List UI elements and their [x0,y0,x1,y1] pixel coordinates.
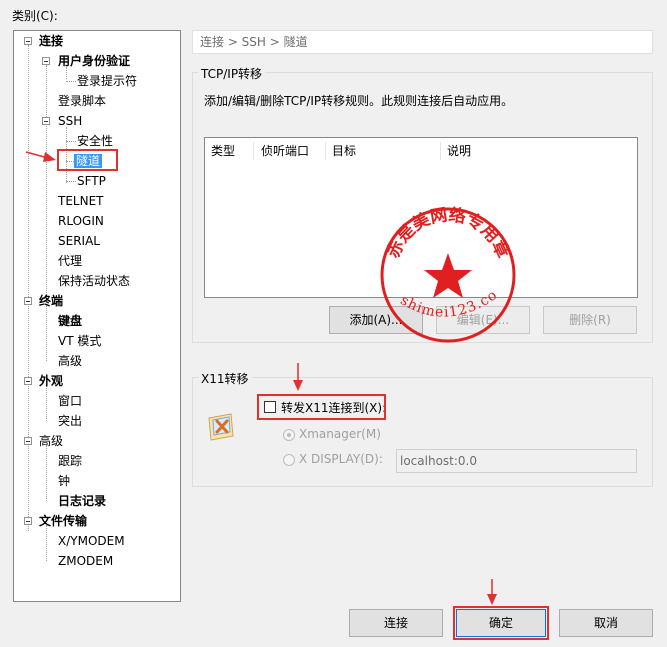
tree-item-vt-mode[interactable]: VT 模式 [58,332,101,350]
tree-item-serial[interactable]: SERIAL [58,232,100,250]
column-type[interactable]: 类型 [205,142,254,160]
xdisplay-input[interactable]: localhost:0.0 [396,449,637,473]
tree-item-proxy[interactable]: 代理 [58,252,82,270]
stamp-seal-icon: 赤是美网络专用章 yishimei123.com [378,205,516,343]
tunnel-arrow-icon [25,151,56,162]
delete-button[interactable]: 删除(R) [543,306,637,334]
tree-item-terminal[interactable]: 终端 [39,292,63,310]
expand-file-transfer-icon[interactable] [24,517,32,525]
svg-text:赤是美网络专用章: 赤是美网络专用章 [383,205,514,261]
expand-advanced-icon[interactable] [24,437,32,445]
tree-item-logging[interactable]: 日志记录 [58,492,106,510]
xdisplay-radio[interactable] [283,454,295,466]
tree-item-window[interactable]: 窗口 [58,392,82,410]
expand-ssh-icon[interactable] [42,117,50,125]
column-listen-port[interactable]: 侦听端口 [255,142,326,160]
cancel-button[interactable]: 取消 [559,609,653,637]
expand-terminal-icon[interactable] [24,297,32,305]
tree-item-trace[interactable]: 跟踪 [58,452,82,470]
tree-item-security[interactable]: 安全性 [77,132,113,150]
tree-item-user-auth[interactable]: 用户身份验证 [58,52,130,70]
tree-item-login-prompt[interactable]: 登录提示符 [77,72,137,90]
forward-x11-arrow-icon [293,363,303,391]
tree-item-appearance[interactable]: 外观 [39,372,63,390]
tree-item-rlogin[interactable]: RLOGIN [58,212,104,230]
tree-item-xymodem[interactable]: X/YMODEM [58,532,125,550]
tree-item-highlight[interactable]: 突出 [58,412,82,430]
tree-item-keyboard[interactable]: 键盘 [58,312,82,330]
tcpip-title: TCP/IP转移 [198,65,266,82]
column-destination[interactable]: 目标 [326,142,441,160]
ok-arrow-icon [487,579,497,605]
x11-title: X11转移 [198,370,252,387]
tree-item-ssh[interactable]: SSH [58,112,82,130]
xmanager-radio[interactable] [283,429,295,441]
category-tree[interactable]: 连接 用户身份验证 登录提示符 登录脚本 SSH 安全性 隧道 SFTP TEL… [13,30,181,602]
forward-x11-highlight-box [257,394,386,420]
breadcrumb: 连接 > SSH > 隧道 [192,30,653,54]
x11-forward-icon [208,413,234,441]
category-label: 类别(C): [12,9,58,23]
tree-item-connection[interactable]: 连接 [39,32,63,50]
connect-button[interactable]: 连接 [349,609,443,637]
expand-appearance-icon[interactable] [24,377,32,385]
tree-item-keepalive[interactable]: 保持活动状态 [58,272,130,290]
ok-highlight-box [453,606,549,640]
tunnel-highlight-box [57,149,118,171]
tree-item-advanced2[interactable]: 高级 [39,432,63,450]
expand-connection-icon[interactable] [24,37,32,45]
tree-item-login-script[interactable]: 登录脚本 [58,92,106,110]
expand-user-auth-icon[interactable] [42,57,50,65]
tcpip-description: 添加/编辑/删除TCP/IP转移规则。此规则连接后自动应用。 [204,94,514,108]
tree-item-zmodem[interactable]: ZMODEM [58,552,113,570]
tree-item-file-transfer[interactable]: 文件传输 [39,512,87,530]
xdisplay-label[interactable]: X DISPLAY(D): [299,452,383,466]
xmanager-label[interactable]: Xmanager(M) [299,427,381,441]
tree-item-telnet[interactable]: TELNET [58,192,104,210]
tree-item-advanced[interactable]: 高级 [58,352,82,370]
tree-item-bell[interactable]: 钟 [58,472,70,490]
column-description[interactable]: 说明 [441,142,637,160]
tree-item-sftp[interactable]: SFTP [77,172,106,190]
